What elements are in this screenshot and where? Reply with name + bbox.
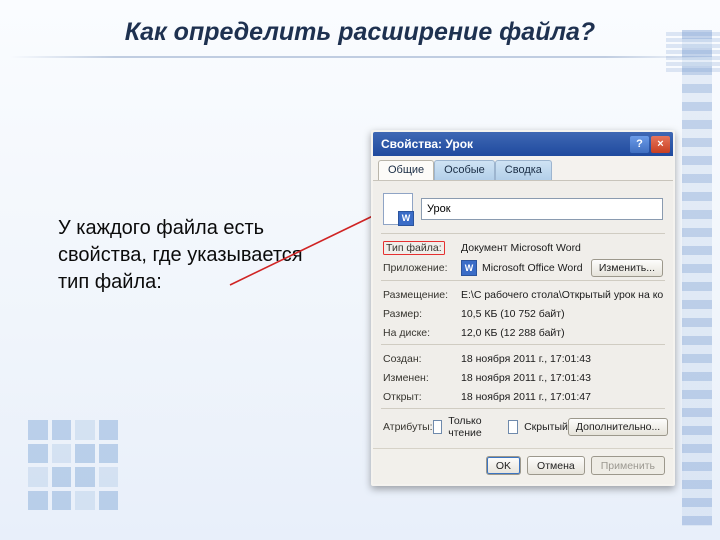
label-attributes: Атрибуты: [383, 421, 433, 433]
label-size: Размер: [383, 308, 461, 320]
cancel-button[interactable]: Отмена [527, 456, 585, 475]
value-location: E:\С рабочего стола\Открытый урок на кон… [461, 289, 663, 301]
value-app: Microsoft Office Word [482, 262, 591, 274]
change-app-button[interactable]: Изменить... [591, 259, 663, 277]
slide-body-text: У каждого файла есть свойства, где указы… [58, 215, 318, 296]
value-opened: 18 ноября 2011 г., 17:01:47 [461, 391, 663, 403]
word-app-icon: W [461, 260, 477, 276]
label-opened: Открыт: [383, 391, 461, 403]
value-modified: 18 ноября 2011 г., 17:01:43 [461, 372, 663, 384]
label-hidden: Скрытый [524, 421, 568, 433]
slide-title: Как определить расширение файла? [0, 18, 720, 47]
advanced-button[interactable]: Дополнительно... [568, 418, 668, 436]
value-created: 18 ноября 2011 г., 17:01:43 [461, 353, 663, 365]
dialog-content: Тип файла: Документ Microsoft Word Прило… [373, 181, 673, 448]
close-button[interactable]: × [651, 136, 670, 153]
label-ondisk: На диске: [383, 327, 461, 339]
properties-dialog: Свойства: Урок ? × Общие Особые Сводка Т… [371, 130, 675, 486]
value-filetype: Документ Microsoft Word [461, 242, 663, 254]
decorative-column [682, 30, 712, 526]
value-ondisk: 12,0 КБ (12 288 байт) [461, 327, 663, 339]
word-document-icon [383, 193, 413, 225]
tab-special[interactable]: Особые [434, 160, 495, 180]
label-app: Приложение: [383, 262, 461, 274]
help-button[interactable]: ? [630, 136, 649, 153]
dialog-title: Свойства: Урок [381, 137, 628, 151]
dialog-titlebar[interactable]: Свойства: Урок ? × [373, 132, 673, 156]
label-location: Размещение: [383, 289, 461, 301]
filename-input[interactable] [421, 198, 663, 220]
label-filetype: Тип файла: [383, 241, 445, 255]
tab-general[interactable]: Общие [378, 160, 434, 180]
tab-strip: Общие Особые Сводка [373, 156, 673, 181]
ok-button[interactable]: OK [486, 456, 521, 475]
decorative-squares [28, 420, 118, 510]
dialog-footer: OK Отмена Применить [373, 448, 673, 484]
tab-summary[interactable]: Сводка [495, 160, 552, 180]
checkbox-hidden[interactable] [508, 420, 518, 434]
apply-button[interactable]: Применить [591, 456, 665, 475]
checkbox-readonly[interactable] [433, 420, 443, 434]
label-readonly: Только чтение [448, 415, 492, 439]
title-underline [10, 56, 710, 58]
value-size: 10,5 КБ (10 752 байт) [461, 308, 663, 320]
label-created: Создан: [383, 353, 461, 365]
label-modified: Изменен: [383, 372, 461, 384]
